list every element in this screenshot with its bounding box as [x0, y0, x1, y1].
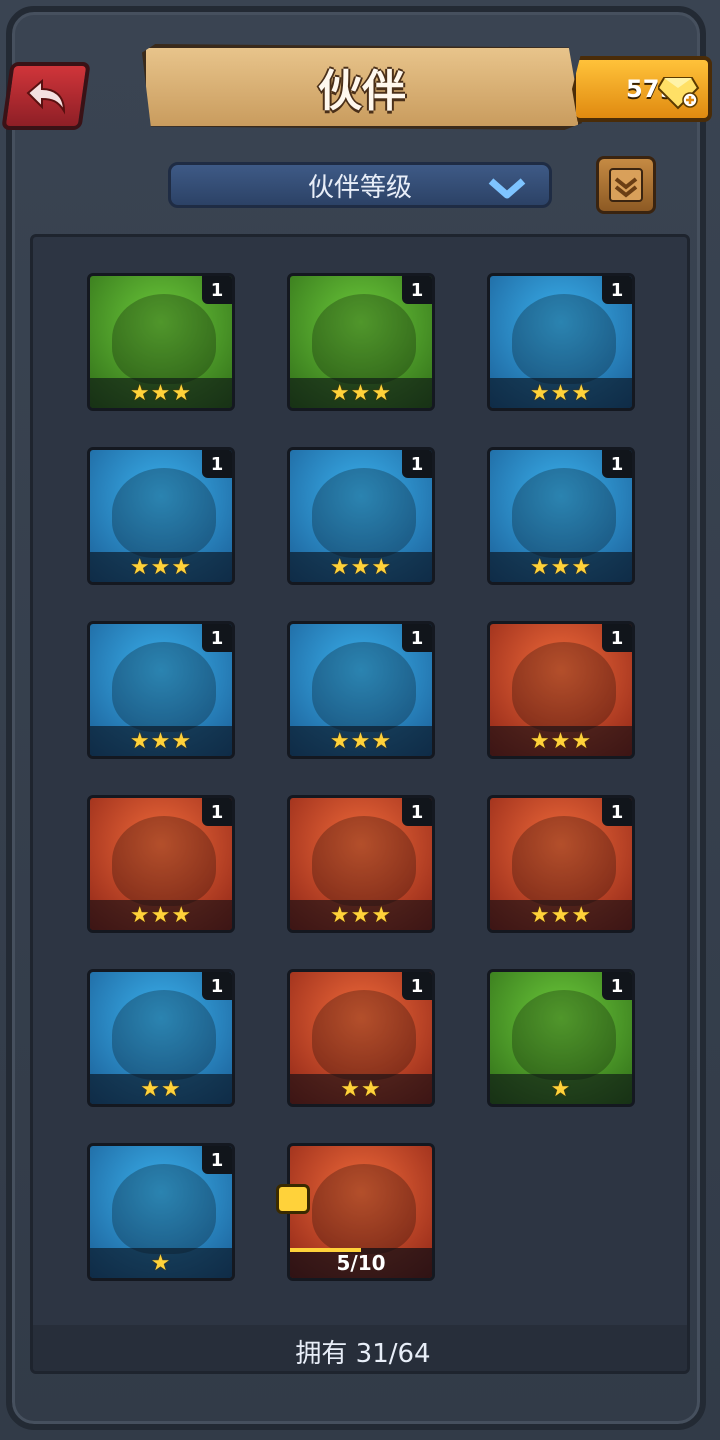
map-button[interactable]	[596, 156, 656, 214]
partner-level: 1	[202, 276, 232, 304]
partner-portrait-skull-hood-woman	[512, 816, 616, 906]
sort-dropdown[interactable]: 伙伴等级	[168, 162, 552, 208]
partner-portrait-blonde-warrior	[312, 1164, 416, 1254]
partner-card[interactable]: 1 ★★	[87, 969, 235, 1107]
partner-panel: 1 ★★★ 1 ★★★ 1 ★★★ 1 ★★★ 1 ★★★ 1 ★★★ 1 ★★★ 1 ★★★ 1 ★★★ 1 ★★★…	[30, 234, 690, 1374]
partner-level: 1	[202, 624, 232, 652]
gem-counter[interactable]: 579	[572, 56, 712, 122]
partner-level: 1	[602, 972, 632, 1000]
partner-portrait-mohawk-brute	[512, 294, 616, 384]
partner-stars: ★	[90, 1248, 232, 1278]
partner-portrait-lizard-beast	[112, 642, 216, 732]
locked-partner-card[interactable]: 5/10	[287, 1143, 435, 1281]
partner-level: 1	[402, 276, 432, 304]
partner-card[interactable]: 1 ★★★	[487, 795, 635, 933]
partner-portrait-eyeball-slime	[112, 990, 216, 1080]
partner-stars: ★★	[290, 1074, 432, 1104]
partner-stars: ★★★	[290, 900, 432, 930]
partner-portrait-eyeball-slime	[512, 990, 616, 1080]
partner-stars: ★★	[90, 1074, 232, 1104]
partner-portrait-skull-hood-woman	[312, 294, 416, 384]
partner-stars: ★★★	[90, 726, 232, 756]
partner-level: 1	[202, 1146, 232, 1174]
title-banner: 伙伴	[142, 44, 582, 130]
partner-stars: ★★★	[490, 900, 632, 930]
back-arrow-icon	[26, 78, 66, 115]
owned-count: 拥有 31/64	[295, 1338, 431, 1369]
partner-stars: ★★★	[290, 378, 432, 408]
partner-level: 1	[602, 450, 632, 478]
partner-portrait-eyeball-slime	[112, 1164, 216, 1254]
partner-card[interactable]: 1 ★★★	[87, 447, 235, 585]
partner-level: 1	[402, 450, 432, 478]
partner-portrait-eyeball-slime	[312, 990, 416, 1080]
partner-portrait-boar-beast	[312, 468, 416, 558]
page-title: 伙伴	[318, 66, 406, 117]
partner-portrait-skull-hood-woman	[112, 294, 216, 384]
partner-card[interactable]: 1 ★★★	[487, 447, 635, 585]
fragment-progress-bar: 5/10	[290, 1248, 432, 1278]
partner-stars: ★★★	[490, 552, 632, 582]
back-button[interactable]	[1, 62, 91, 130]
partner-level: 1	[402, 972, 432, 1000]
fragment-progress-text: 5/10	[336, 1251, 386, 1275]
partner-card[interactable]: 1 ★★	[287, 969, 435, 1107]
partner-portrait-boar-beast	[312, 816, 416, 906]
partner-portrait-werewolf	[112, 468, 216, 558]
partner-card[interactable]: 1 ★	[87, 1143, 235, 1281]
partner-stars: ★★★	[490, 378, 632, 408]
partner-stars: ★★★	[90, 552, 232, 582]
partner-card[interactable]: 1 ★★★	[487, 273, 635, 411]
partner-portrait-braided-elf	[312, 642, 416, 732]
partner-level: 1	[202, 972, 232, 1000]
diamond-icon	[658, 77, 700, 110]
partner-stars: ★★★	[490, 726, 632, 756]
partner-level: 1	[402, 624, 432, 652]
sort-dropdown-label: 伙伴等级	[307, 172, 412, 203]
chevron-down-icon	[488, 178, 526, 199]
partner-card[interactable]: 1 ★	[487, 969, 635, 1107]
partner-portrait-boar-beast	[112, 816, 216, 906]
partner-stars: ★★★	[290, 726, 432, 756]
partner-portrait-warpaint-brute	[512, 642, 616, 732]
partner-card[interactable]: 1 ★★★	[287, 273, 435, 411]
partner-card[interactable]: 1 ★★★	[87, 273, 235, 411]
partner-level: 1	[202, 798, 232, 826]
partner-stars: ★★★	[90, 900, 232, 930]
partner-level: 1	[602, 798, 632, 826]
partner-card[interactable]: 1 ★★★	[487, 621, 635, 759]
partner-grid: 1 ★★★ 1 ★★★ 1 ★★★ 1 ★★★ 1 ★★★ 1 ★★★ 1 ★★★ 1 ★★★ 1 ★★★ 1 ★★★…	[87, 273, 639, 1281]
partner-card[interactable]: 1 ★★★	[287, 795, 435, 933]
footer-bar: 拥有 31/64	[33, 1325, 687, 1371]
partner-level: 1	[402, 798, 432, 826]
partner-stars: ★★★	[90, 378, 232, 408]
partner-stars: ★★★	[290, 552, 432, 582]
partner-card[interactable]: 1 ★★★	[287, 621, 435, 759]
puzzle-piece-icon	[276, 1184, 310, 1214]
partner-level: 1	[202, 450, 232, 478]
partner-card[interactable]: 1 ★★★	[287, 447, 435, 585]
partner-portrait-boar-beast	[512, 468, 616, 558]
partner-level: 1	[602, 276, 632, 304]
partner-card[interactable]: 1 ★★★	[87, 621, 235, 759]
partner-card[interactable]: 1 ★★★	[87, 795, 235, 933]
partner-level: 1	[602, 624, 632, 652]
map-icon	[609, 168, 643, 202]
partner-stars: ★	[490, 1074, 632, 1104]
